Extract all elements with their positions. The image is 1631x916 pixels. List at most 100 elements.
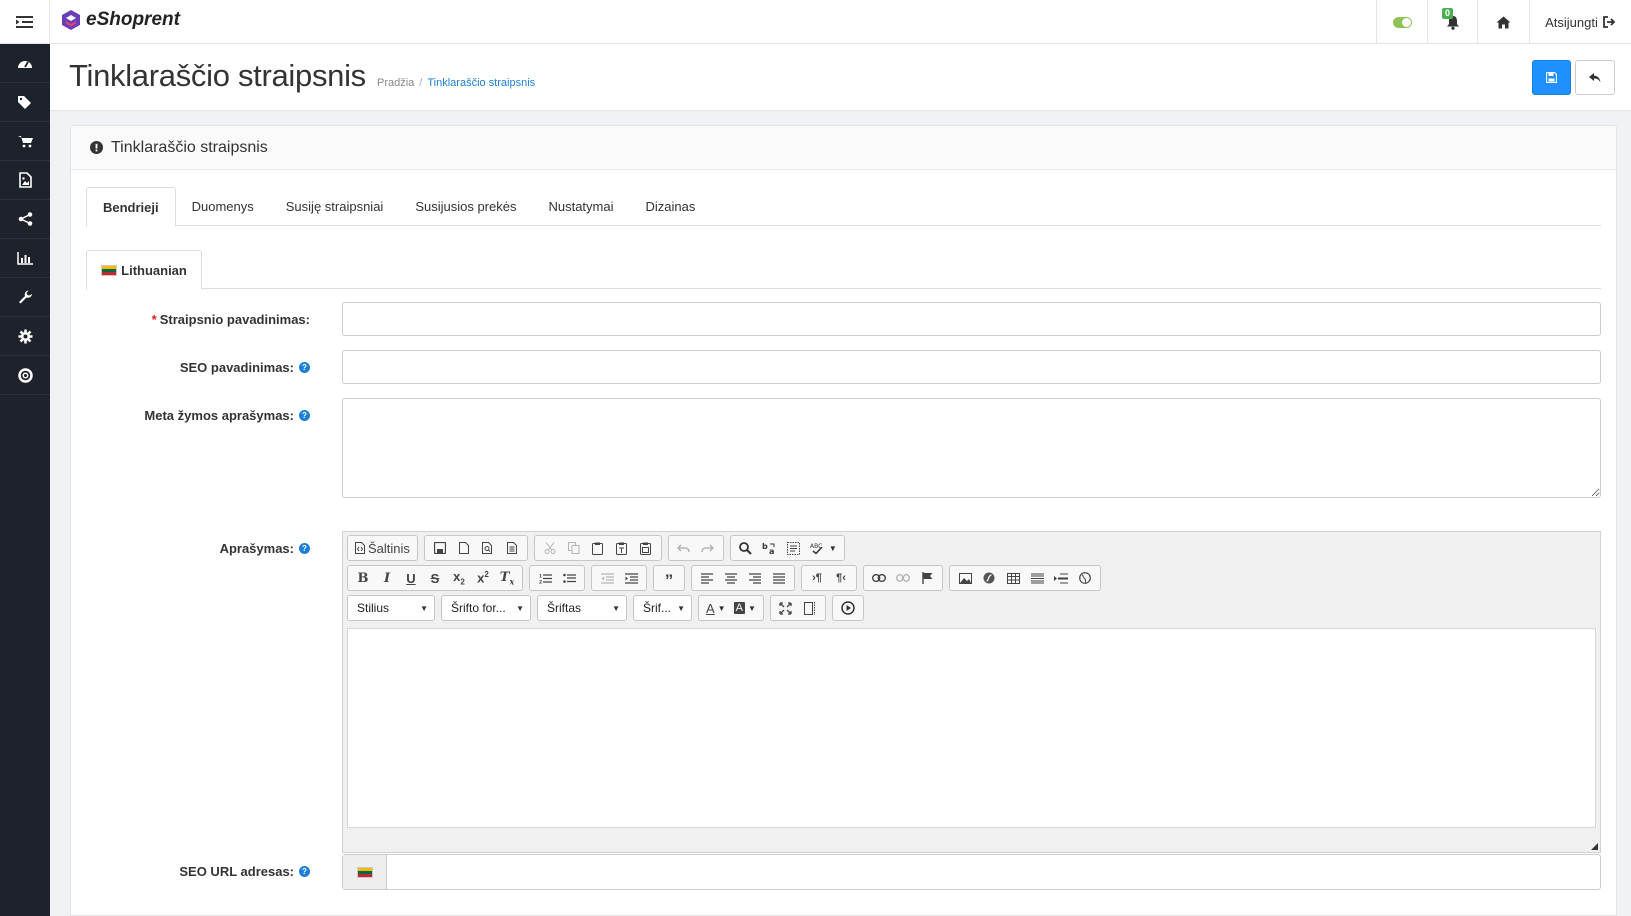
sidebar-item-tools[interactable] (0, 278, 50, 317)
wrench-icon (18, 290, 32, 303)
text-direction-rtl-button[interactable]: ¶‹ (829, 567, 853, 589)
style-dropdown[interactable]: Stilius ▼ (347, 595, 435, 621)
spellcheck-button[interactable]: ABC ▼ (806, 537, 841, 559)
paste-text-button[interactable] (610, 537, 634, 559)
toggle-on-icon (1392, 16, 1412, 28)
home-button[interactable] (1477, 0, 1529, 44)
italic-button[interactable]: I (375, 567, 399, 589)
resize-handle-icon[interactable] (1591, 843, 1598, 850)
brand-name: eShoprent (86, 9, 180, 30)
format-dropdown[interactable]: Šrifto for... ▼ (441, 595, 531, 621)
align-center-button[interactable] (719, 567, 743, 589)
title-label: * Straipsnio pavadinimas: (151, 312, 310, 327)
tab-design[interactable]: Dizainas (630, 187, 712, 226)
cart-icon (17, 135, 33, 147)
breadcrumb-current-link[interactable]: Tinklaraščio straipsnis (427, 77, 535, 89)
tab-related-articles[interactable]: Susiję straipsniai (270, 187, 400, 226)
editor-content-area[interactable] (347, 628, 1596, 828)
sidebar-item-content[interactable] (0, 161, 50, 200)
background-color-button[interactable]: A ▼ (730, 597, 760, 619)
help-icon[interactable]: ? (299, 410, 310, 421)
sidebar-item-settings[interactable] (0, 317, 50, 356)
seo-title-input[interactable] (342, 350, 1601, 384)
copy-button[interactable] (562, 537, 586, 559)
tab-related-products[interactable]: Susijusios prekės (399, 187, 532, 226)
save-button[interactable] (1532, 60, 1571, 95)
sign-out-icon (1602, 16, 1616, 28)
remove-format-button[interactable]: Tx (495, 567, 519, 589)
sidebar-item-catalog[interactable] (0, 83, 50, 122)
table-button[interactable] (1001, 567, 1025, 589)
gear-icon (18, 329, 32, 343)
link-button[interactable] (867, 567, 891, 589)
text-direction-ltr-button[interactable]: ›¶ (805, 567, 829, 589)
menu-toggle-button[interactable] (0, 0, 50, 44)
redo-button[interactable] (696, 537, 720, 559)
logout-button[interactable]: Atsijungti (1529, 0, 1631, 44)
find-button[interactable] (734, 537, 758, 559)
breadcrumb-home-link[interactable]: Pradžia (377, 77, 414, 89)
paste-button[interactable] (586, 537, 610, 559)
back-button[interactable] (1575, 60, 1615, 95)
align-right-button[interactable] (743, 567, 767, 589)
paste-word-button[interactable] (634, 537, 658, 559)
tab-general[interactable]: Bendrieji (86, 187, 176, 227)
maximize-button[interactable] (774, 597, 798, 619)
tab-data[interactable]: Duomenys (176, 187, 270, 226)
page-break-button[interactable] (1049, 567, 1073, 589)
status-toggle[interactable] (1376, 0, 1427, 44)
anchor-button[interactable] (915, 567, 939, 589)
help-icon[interactable]: ? (299, 362, 310, 373)
bold-button[interactable]: B (351, 567, 375, 589)
article-title-input[interactable] (342, 302, 1601, 336)
page-title: Tinklaraščio straipsnis (69, 58, 366, 93)
new-page-button[interactable] (452, 537, 476, 559)
help-icon[interactable]: ? (299, 543, 310, 554)
sidebar-item-reports[interactable] (0, 239, 50, 278)
preview-button[interactable] (476, 537, 500, 559)
outdent-button[interactable] (595, 567, 619, 589)
brand-logo[interactable]: eShoprent (60, 9, 180, 31)
source-button[interactable]: Šaltinis (351, 537, 414, 559)
unlink-button[interactable] (891, 567, 915, 589)
bulleted-list-button[interactable] (557, 567, 581, 589)
copy-icon (567, 542, 580, 554)
subscript-button[interactable]: x2 (447, 567, 471, 589)
save-doc-button[interactable] (428, 537, 452, 559)
font-size-dropdown[interactable]: Šrif... ▼ (633, 595, 692, 621)
undo-button[interactable] (672, 537, 696, 559)
numbered-list-button[interactable]: 12 (533, 567, 557, 589)
indent-button[interactable] (619, 567, 643, 589)
superscript-button[interactable]: x2 (471, 567, 495, 589)
maximize-icon (779, 601, 793, 615)
horizontal-rule-button[interactable] (1025, 567, 1049, 589)
blockquote-button[interactable]: ” (657, 567, 681, 589)
flash-button[interactable] (977, 567, 1001, 589)
menu-indent-icon (16, 16, 33, 28)
align-left-button[interactable] (695, 567, 719, 589)
text-color-button[interactable]: A ▼ (702, 597, 730, 619)
justify-button[interactable] (767, 567, 791, 589)
tab-language-lithuanian[interactable]: Lithuanian (86, 250, 202, 290)
replace-button[interactable]: ba (758, 537, 782, 559)
templates-icon (506, 542, 517, 554)
sidebar-item-sales[interactable] (0, 122, 50, 161)
iframe-button[interactable] (1073, 567, 1097, 589)
show-blocks-button[interactable] (798, 597, 822, 619)
sidebar-item-support[interactable] (0, 356, 50, 395)
select-all-button[interactable] (782, 537, 806, 559)
templates-button[interactable] (500, 537, 524, 559)
cut-button[interactable] (538, 537, 562, 559)
media-embed-button[interactable] (836, 597, 860, 619)
font-dropdown[interactable]: Šriftas ▼ (537, 595, 627, 621)
underline-button[interactable]: U (399, 567, 423, 589)
strikethrough-button[interactable]: S (423, 567, 447, 589)
help-icon[interactable]: ? (299, 866, 310, 877)
seo-url-input[interactable] (388, 855, 1600, 889)
sidebar-item-marketing[interactable] (0, 200, 50, 239)
meta-description-textarea[interactable] (342, 398, 1601, 498)
sidebar-item-dashboard[interactable] (0, 44, 50, 83)
notifications-button[interactable]: 0 (1427, 0, 1477, 44)
tab-settings[interactable]: Nustatymai (532, 187, 629, 226)
image-button[interactable] (953, 567, 977, 589)
